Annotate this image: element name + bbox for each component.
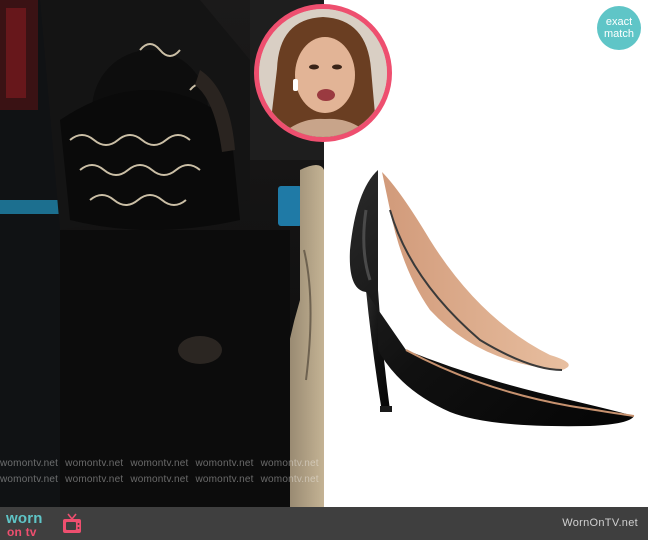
watermark-text: womontv.net (260, 458, 319, 469)
watermark-text: womontv.net (130, 474, 189, 485)
watermark-text: womontv.net (130, 458, 189, 469)
watermark-text: womontv.net (0, 474, 59, 485)
product-image (330, 150, 648, 450)
tv-icon (63, 513, 81, 533)
watermark-text: womontv.net (260, 474, 319, 485)
watermark-row-2: womontv.net womontv.net womontv.net womontv… (0, 474, 324, 485)
badge-line-1: exact (605, 16, 633, 28)
watermark-row-1: womontv.net womontv.net womontv.net womontv… (0, 458, 324, 469)
footer-bar: worn on tv WornOnTV.net (0, 507, 648, 540)
site-name: WornOnTV.net (562, 517, 638, 529)
shoe-illustration (349, 170, 635, 427)
screenshot-canvas: womontv.net womontv.net womontv.net womontv… (0, 0, 648, 540)
site-logo[interactable]: worn on tv (6, 510, 86, 539)
badge-line-2: match (604, 28, 634, 40)
watermark-text: womontv.net (0, 458, 59, 469)
watermark-text: womontv.net (195, 458, 254, 469)
watermark-text: womontv.net (195, 474, 254, 485)
watermark-text: womontv.net (65, 458, 124, 469)
portrait-inset (254, 4, 392, 142)
logo-word-ontv: on tv (7, 525, 37, 539)
portrait-illustration (259, 9, 387, 137)
exact-match-badge: exact match (597, 6, 641, 50)
watermark-text: womontv.net (65, 474, 124, 485)
